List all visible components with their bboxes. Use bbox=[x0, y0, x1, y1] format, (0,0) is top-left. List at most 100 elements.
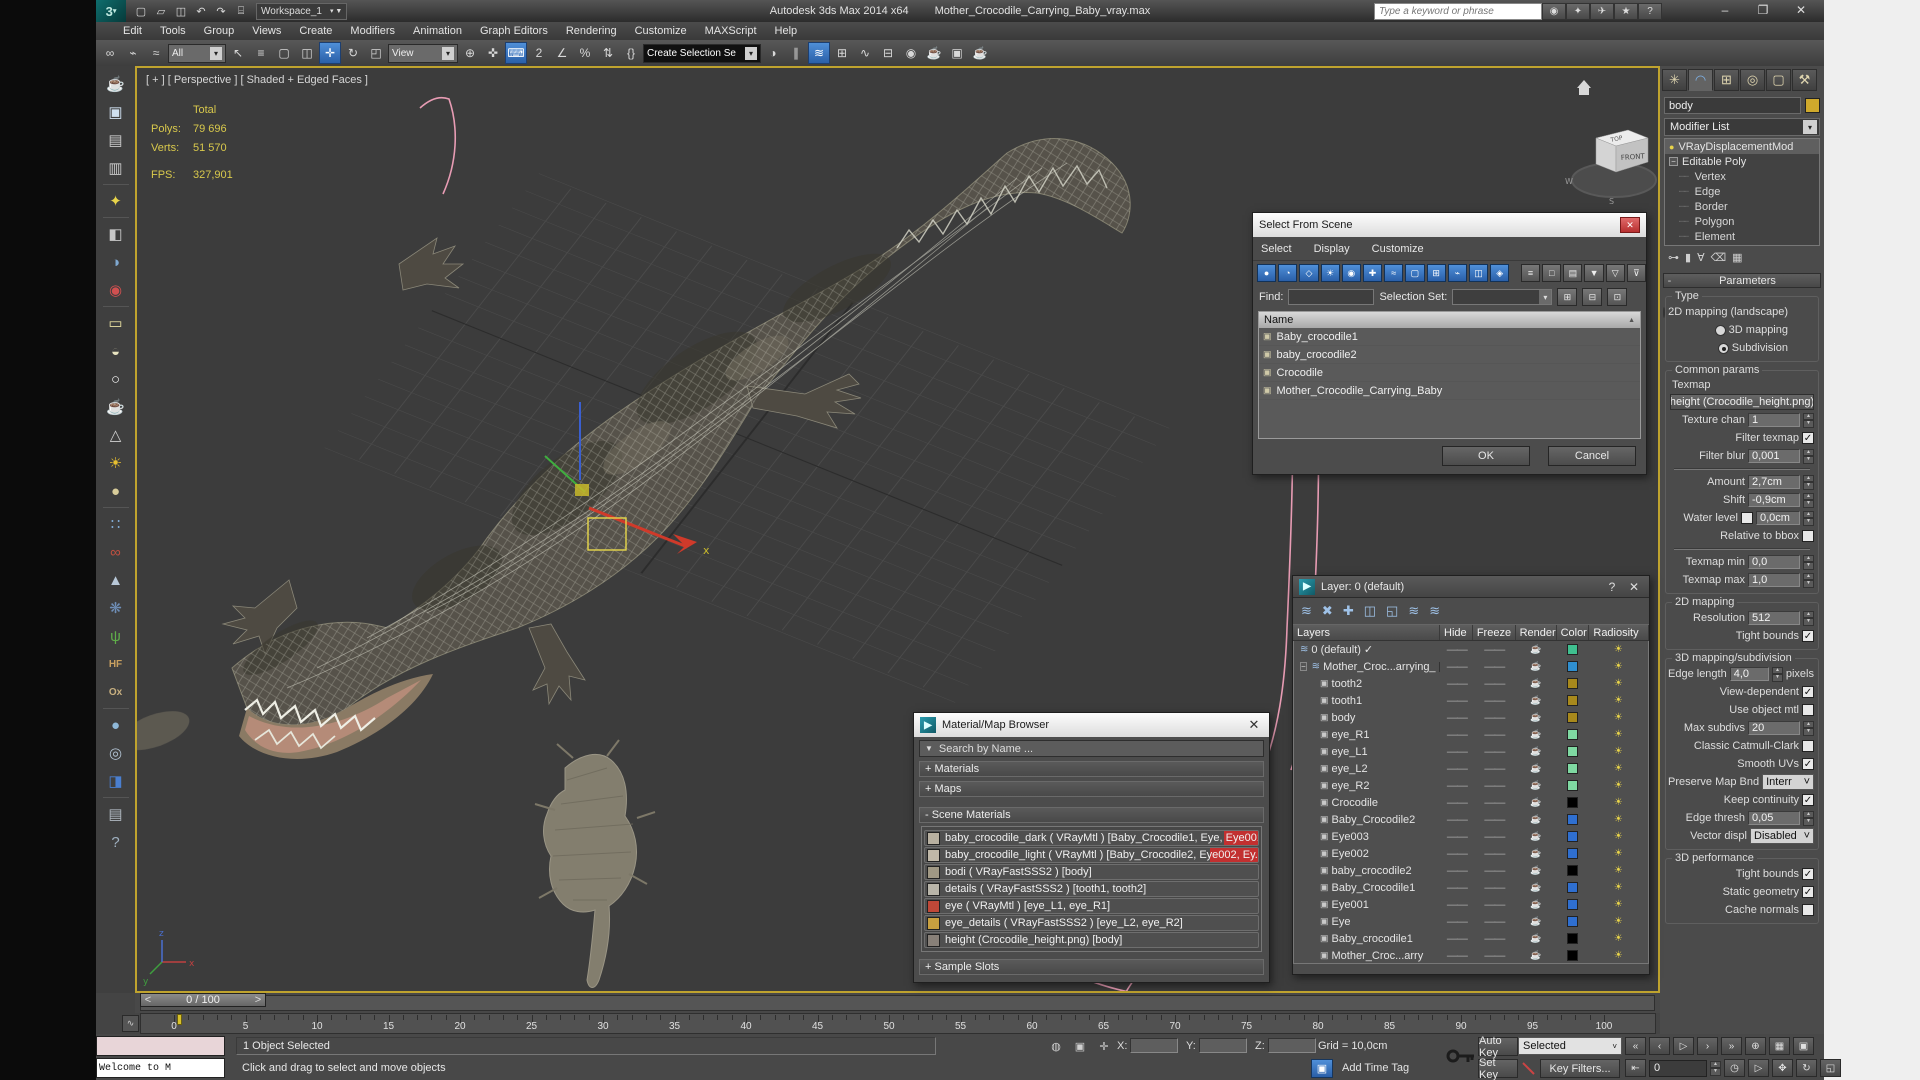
filter-clear-icon[interactable]: ▽ bbox=[1605, 264, 1625, 282]
go-to-end-icon[interactable]: » bbox=[1721, 1037, 1742, 1055]
light-lister-icon[interactable]: ✦ bbox=[101, 187, 131, 215]
menu-graph-editors[interactable]: Graph Editors bbox=[471, 22, 557, 40]
display-bones-icon[interactable]: ⌁ bbox=[1447, 264, 1467, 282]
show-end-result-icon[interactable]: ▮ bbox=[1685, 251, 1691, 264]
layer-row-tooth2[interactable]: ▣ tooth2 —— —— ☕ ☀ bbox=[1294, 675, 1648, 692]
menu-help[interactable]: Help bbox=[766, 22, 807, 40]
name-column-header[interactable]: Name ▲ bbox=[1259, 312, 1640, 328]
shaded-sphere-icon[interactable]: ◑ bbox=[101, 248, 131, 276]
unlink-selection-icon[interactable]: ⌁ bbox=[122, 42, 144, 64]
parameters-rollout-header[interactable]: - Parameters bbox=[1663, 273, 1821, 288]
value-field[interactable]: 4,0 bbox=[1729, 667, 1770, 681]
undo-icon[interactable]: ↶ bbox=[192, 2, 210, 20]
metaball-icon[interactable]: ∞ bbox=[101, 538, 131, 566]
zoom-region-icon[interactable]: ▦ bbox=[1769, 1037, 1790, 1055]
spinner-icon[interactable]: ▲ ▼ bbox=[1803, 492, 1814, 508]
ok-button[interactable]: OK bbox=[1442, 446, 1530, 466]
gi-sphere-icon[interactable]: ● bbox=[101, 477, 131, 505]
named-selection-sets-dropdown[interactable]: Create Selection Se ▾ bbox=[643, 43, 761, 63]
remove-modifier-icon[interactable]: ⌫ bbox=[1711, 251, 1727, 264]
checkbox[interactable]: ✓ bbox=[1802, 868, 1814, 880]
scene-materials-group-bar[interactable]: - Scene Materials bbox=[919, 807, 1264, 823]
chevron-down-icon[interactable]: ▼ bbox=[925, 744, 933, 753]
value-field[interactable]: 2,7cm bbox=[1748, 475, 1800, 489]
select-and-move-icon[interactable]: ✛ bbox=[319, 42, 341, 64]
vray-clipper-icon[interactable]: ◨ bbox=[101, 767, 131, 795]
display-groups-icon[interactable]: ▢ bbox=[1405, 264, 1425, 282]
cancel-button[interactable]: Cancel bbox=[1548, 446, 1636, 466]
layer-row-0-default-[interactable]: ≋ 0 (default) ✓ —— —— ☕ ☀ bbox=[1294, 641, 1648, 658]
select-object-icon[interactable]: ↖ bbox=[227, 42, 249, 64]
schematic-view-icon[interactable]: ⊟ bbox=[877, 42, 899, 64]
menu-tools[interactable]: Tools bbox=[151, 22, 195, 40]
material-row[interactable]: height (Crocodile_height.png) [body] bbox=[924, 932, 1259, 948]
menu-rendering[interactable]: Rendering bbox=[557, 22, 626, 40]
display-spacewarps-icon[interactable]: ≈ bbox=[1384, 264, 1404, 282]
viewcube[interactable]: TOP FRONT W S E bbox=[1565, 80, 1658, 206]
tab-create[interactable]: ✳ bbox=[1662, 69, 1687, 91]
percent-snap-toggle-icon[interactable]: % bbox=[574, 42, 596, 64]
layer-row-eye-r2[interactable]: ▣ eye_R2 —— —— ☕ ☀ bbox=[1294, 777, 1648, 794]
spinner-icon[interactable]: ▲ ▼ bbox=[1803, 610, 1814, 626]
app-logo-icon[interactable]: 3 ▾ bbox=[96, 0, 126, 22]
dropdown[interactable]: Interr ˅ bbox=[1762, 774, 1814, 790]
stack-item-vraydisplacementmod[interactable]: ● VRayDisplacementMod bbox=[1665, 139, 1819, 154]
stack-item-editable-poly[interactable]: − Editable Poly bbox=[1665, 154, 1819, 169]
pan-camera-icon[interactable]: ▷ bbox=[1748, 1059, 1769, 1077]
selected-set-dropdown[interactable]: Selected ˅ bbox=[1518, 1037, 1622, 1055]
material-row[interactable]: eye_details ( VRayFastSSS2 ) [eye_L2, ey… bbox=[924, 915, 1259, 931]
material-row[interactable]: bodi ( VRayFastSSS2 ) [body] bbox=[924, 864, 1259, 880]
favorites-icon[interactable]: ★ bbox=[1614, 2, 1638, 20]
column-view-icon[interactable]: □ bbox=[1542, 264, 1562, 282]
key-mode-toggle-icon[interactable]: ⇤ bbox=[1625, 1059, 1646, 1077]
align-icon[interactable]: ∥ bbox=[785, 42, 807, 64]
delete-layer-icon[interactable]: ✖ bbox=[1322, 603, 1333, 619]
angle-snap-toggle-icon[interactable]: ∠ bbox=[551, 42, 573, 64]
time-slider-track[interactable] bbox=[140, 995, 1655, 1011]
spinner-icon[interactable]: ▲ ▼ bbox=[1803, 448, 1814, 464]
layer-dialog-titlebar[interactable]: ▶ Layer: 0 (default) ? ✕ bbox=[1293, 576, 1649, 598]
column-radiosity[interactable]: Radiosity bbox=[1589, 625, 1649, 640]
previous-frame-button[interactable]: < bbox=[141, 994, 155, 1006]
menu-edit[interactable]: Edit bbox=[114, 22, 151, 40]
material-row[interactable]: details ( VRayFastSSS2 ) [tooth1, tooth2… bbox=[924, 881, 1259, 897]
make-unique-icon[interactable]: ∀ bbox=[1697, 251, 1705, 264]
save-file-icon[interactable]: ◫ bbox=[172, 2, 190, 20]
select-in-layer-icon[interactable]: ◫ bbox=[1364, 603, 1376, 619]
hair-fur-icon[interactable]: HF bbox=[101, 650, 131, 678]
render-elements-icon[interactable]: ▥ bbox=[101, 154, 131, 182]
materials-group-bar[interactable]: + Materials bbox=[919, 761, 1264, 777]
key-filters-button[interactable]: Key Filters... bbox=[1540, 1059, 1620, 1078]
baby-crocodile-model[interactable] bbox=[534, 739, 656, 988]
pan-view-icon[interactable]: ✥ bbox=[1772, 1059, 1793, 1077]
current-frame-field[interactable]: 0 bbox=[1649, 1059, 1707, 1077]
find-input[interactable] bbox=[1288, 289, 1375, 305]
window-crossing-icon[interactable]: ◫ bbox=[296, 42, 318, 64]
new-layer-icon[interactable]: ≋ bbox=[1301, 603, 1312, 619]
list-view-icon[interactable]: ≡ bbox=[1520, 264, 1541, 282]
filter-icon[interactable]: ▼ bbox=[1584, 264, 1604, 282]
display-cameras-icon[interactable]: ◉ bbox=[1341, 264, 1361, 282]
radio-off[interactable] bbox=[1714, 324, 1726, 336]
add-set-icon[interactable]: ⊟ bbox=[1582, 288, 1603, 306]
pyramid-gizmo-icon[interactable]: ▲ bbox=[101, 566, 131, 594]
next-frame-button[interactable]: > bbox=[251, 994, 265, 1006]
edit-named-selection-sets-icon[interactable]: {} bbox=[620, 42, 642, 64]
sfs-menu-display[interactable]: Display bbox=[1314, 243, 1350, 255]
close-button[interactable]: ✕ bbox=[1782, 0, 1820, 20]
subscription-key-icon[interactable]: ✦ bbox=[1566, 2, 1590, 20]
spinner-icon[interactable]: ▲ ▼ bbox=[1803, 810, 1814, 826]
y-coord-field[interactable] bbox=[1199, 1038, 1247, 1053]
macro-recorder-field[interactable] bbox=[96, 1036, 225, 1056]
checkbox[interactable] bbox=[1802, 740, 1814, 752]
time-slider[interactable]: < 0 / 100 > bbox=[135, 993, 1660, 1013]
configure-modifier-sets-icon[interactable]: ▦ bbox=[1732, 251, 1742, 264]
mirror-icon[interactable]: ◑ bbox=[762, 42, 784, 64]
auto-key-button[interactable]: Auto Key bbox=[1478, 1035, 1518, 1059]
value-field[interactable]: -0,9cm bbox=[1748, 493, 1800, 507]
time-configuration-icon[interactable]: ◷ bbox=[1724, 1059, 1745, 1077]
checkbox[interactable] bbox=[1741, 512, 1753, 524]
menu-maxscript[interactable]: MAXScript bbox=[696, 22, 766, 40]
clipboard-icon[interactable]: ▤ bbox=[101, 800, 131, 828]
sfs-menu-customize[interactable]: Customize bbox=[1372, 243, 1424, 255]
